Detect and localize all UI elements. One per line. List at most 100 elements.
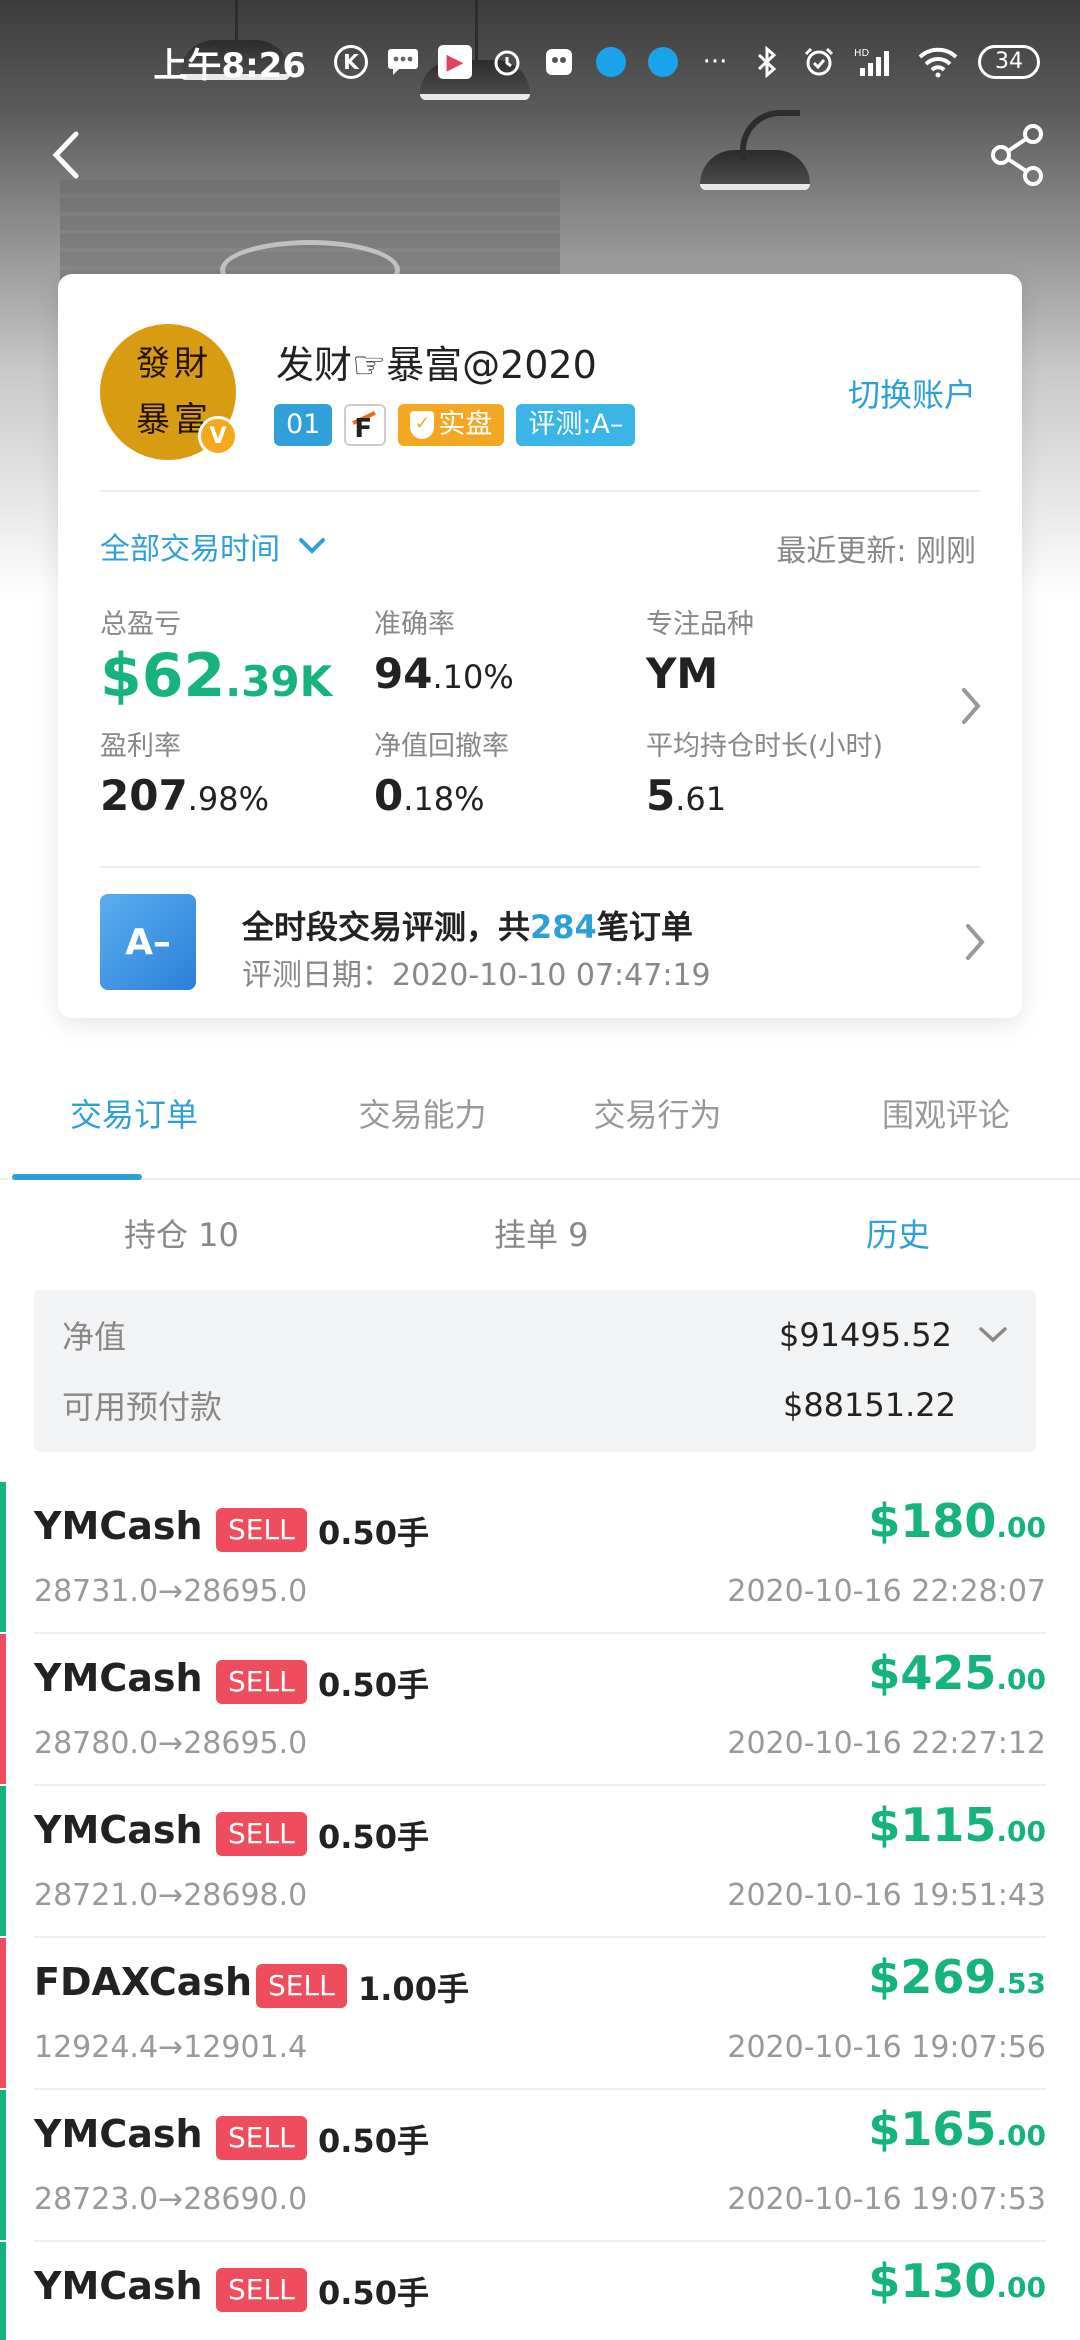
order-time: 2020-10-16 19:07:56	[727, 2030, 1046, 2065]
evaluation-date: 评测日期：2020-10-10 07:47:19	[242, 958, 711, 993]
order-lots: 0.50手	[318, 1818, 429, 1856]
order-status-bar	[0, 2242, 6, 2340]
signal-icon: HD	[854, 45, 898, 79]
stats-detail-button[interactable]	[960, 686, 982, 730]
lamp-graphic	[700, 110, 810, 190]
chevron-down-icon[interactable]	[978, 1326, 1008, 1344]
tab-behavior[interactable]: 交易行为	[540, 1080, 775, 1178]
order-row[interactable]: YMCash SELL 0.50手 28721.0→28698.0 $115.00 202…	[0, 1786, 1046, 1938]
order-prices: 28731.0→28695.0	[34, 1574, 308, 1609]
focus-symbol-stat: 专注品种 YM	[646, 609, 754, 698]
focus-symbol-value: YM	[646, 649, 719, 698]
order-status-bar	[0, 1482, 6, 1632]
order-row[interactable]: YMCash SELL 0.50手 28780.0→28695.0 $425.00 202…	[0, 1634, 1046, 1786]
order-lots: 0.50手	[318, 1514, 429, 1552]
avg-hold-time-value: 5	[646, 771, 676, 820]
order-side-badge: SELL	[216, 2268, 307, 2312]
real-account-tag: ✓ 实盘	[398, 404, 505, 446]
order-side-badge: SELL	[216, 1660, 307, 1704]
order-time: 2020-10-16 19:51:43	[727, 1878, 1046, 1913]
order-row[interactable]: FDAXCash SELL 1.00手 12924.4→12901.4 $269.53 2…	[0, 1938, 1046, 2090]
divider	[100, 490, 980, 492]
broker-logo-icon: F	[344, 404, 387, 446]
switch-account-link[interactable]: 切换账户	[848, 370, 976, 416]
sub-tab-bar: 持仓 10 挂单 9 历史	[0, 1210, 1080, 1260]
profile-tags: 01 F ✓ 实盘 评测:A–	[274, 404, 636, 446]
order-prices: 28721.0→28698.0	[34, 1878, 308, 1913]
app-icon	[542, 45, 576, 79]
tab-positions[interactable]: 持仓 10	[124, 1210, 239, 1256]
order-lots: 1.00手	[358, 1970, 469, 2008]
order-pnl: $165.00	[868, 2102, 1046, 2156]
order-symbol: YMCash	[34, 2264, 203, 2308]
username: 发财☞暴富@2020	[276, 343, 597, 387]
avg-hold-time-stat: 平均持仓时长(小时) 5.61	[646, 731, 884, 820]
profile-card: 發財 暴富 V 发财☞暴富@2020 01 F ✓ 实盘 评测:A– 切换账户 …	[58, 274, 1022, 1018]
order-pnl: $425.00	[868, 1646, 1046, 1700]
chevron-right-icon	[962, 688, 981, 724]
order-row[interactable]: YMCash SELL 0.50手 28723.0→28690.0 $165.00 202…	[0, 2090, 1046, 2242]
drawdown-stat: 净值回撤率 0.18%	[374, 731, 509, 820]
order-pnl: $130.00	[868, 2254, 1046, 2308]
order-list: YMCash SELL 0.50手 28731.0→28695.0 $180.00 202…	[0, 1482, 1080, 2340]
svg-text:HD: HD	[854, 48, 870, 59]
order-pnl: $180.00	[868, 1494, 1046, 1548]
net-value-label: 净值	[62, 1318, 127, 1356]
alarm-icon	[490, 45, 524, 79]
order-lots: 0.50手	[318, 2274, 429, 2312]
available-margin-label: 可用预付款	[62, 1388, 223, 1426]
order-pnl: $269.53	[868, 1950, 1046, 2004]
period-selector[interactable]: 全部交易时间	[100, 524, 326, 568]
main-tab-bar: 交易订单 交易能力 交易行为 围观评论	[0, 1080, 1080, 1180]
chevron-right-icon	[966, 924, 985, 960]
order-pnl: $115.00	[868, 1798, 1046, 1852]
accuracy-stat: 准确率 94.10%	[374, 609, 514, 698]
net-value: $91495.52	[778, 1316, 952, 1354]
period-label: 全部交易时间	[100, 532, 280, 567]
order-count: 284	[530, 908, 597, 946]
status-time: 上午8:26	[153, 45, 306, 86]
wifi-icon	[916, 45, 960, 79]
tab-pending-orders[interactable]: 挂单 9	[494, 1210, 589, 1256]
more-icon: ···	[702, 47, 728, 77]
drawdown-value: 0	[374, 771, 404, 820]
tab-ability[interactable]: 交易能力	[305, 1080, 540, 1178]
back-button[interactable]	[30, 120, 100, 190]
verified-badge-icon: V	[198, 416, 238, 456]
accuracy-value: 94	[374, 649, 433, 698]
order-side-badge: SELL	[256, 1964, 347, 2008]
blue-dot-icon	[594, 45, 628, 79]
order-symbol: YMCash	[34, 1656, 203, 1700]
order-prices: 28723.0→28690.0	[34, 2182, 308, 2217]
order-symbol: YMCash	[34, 1504, 203, 1548]
order-symbol: FDAXCash	[34, 1960, 253, 2004]
rating-tag: 评测:A–	[516, 404, 636, 446]
share-button[interactable]	[982, 120, 1052, 190]
order-symbol: YMCash	[34, 2112, 203, 2156]
profit-rate-value: 207	[100, 771, 188, 820]
tab-orders[interactable]: 交易订单	[0, 1080, 305, 1180]
equity-panel[interactable]: 净值 $91495.52 可用预付款 $88151.22	[34, 1290, 1036, 1452]
order-status-bar	[0, 1634, 6, 1784]
order-row[interactable]: YMCash SELL 0.50手 $130.00	[0, 2242, 1046, 2340]
order-time: 2020-10-16 22:28:07	[727, 1574, 1046, 1609]
shield-check-icon: ✓	[410, 411, 435, 439]
order-side-badge: SELL	[216, 1812, 307, 1856]
avatar-text: 發財	[136, 344, 212, 384]
order-lots: 0.50手	[318, 2122, 429, 2160]
tab-history[interactable]: 历史	[866, 1210, 930, 1256]
total-pnl-value: $62	[100, 641, 226, 711]
k-circle-icon: K	[334, 45, 368, 79]
last-updated: 最近更新: 刚刚	[776, 534, 976, 569]
battery-icon: 34	[978, 45, 1040, 79]
account-number-tag: 01	[274, 404, 333, 446]
alarm-clock-icon	[802, 45, 836, 79]
order-lots: 0.50手	[318, 1666, 429, 1704]
tab-comments[interactable]: 围观评论	[775, 1080, 1080, 1178]
play-store-icon: ▶	[438, 45, 472, 79]
total-pnl-stat: 总盈亏 $62.39K	[100, 609, 333, 711]
order-status-bar	[0, 1786, 6, 1936]
order-status-bar	[0, 2090, 6, 2240]
order-status-bar	[0, 1938, 6, 2088]
order-row[interactable]: YMCash SELL 0.50手 28731.0→28695.0 $180.00 202…	[0, 1482, 1046, 1634]
